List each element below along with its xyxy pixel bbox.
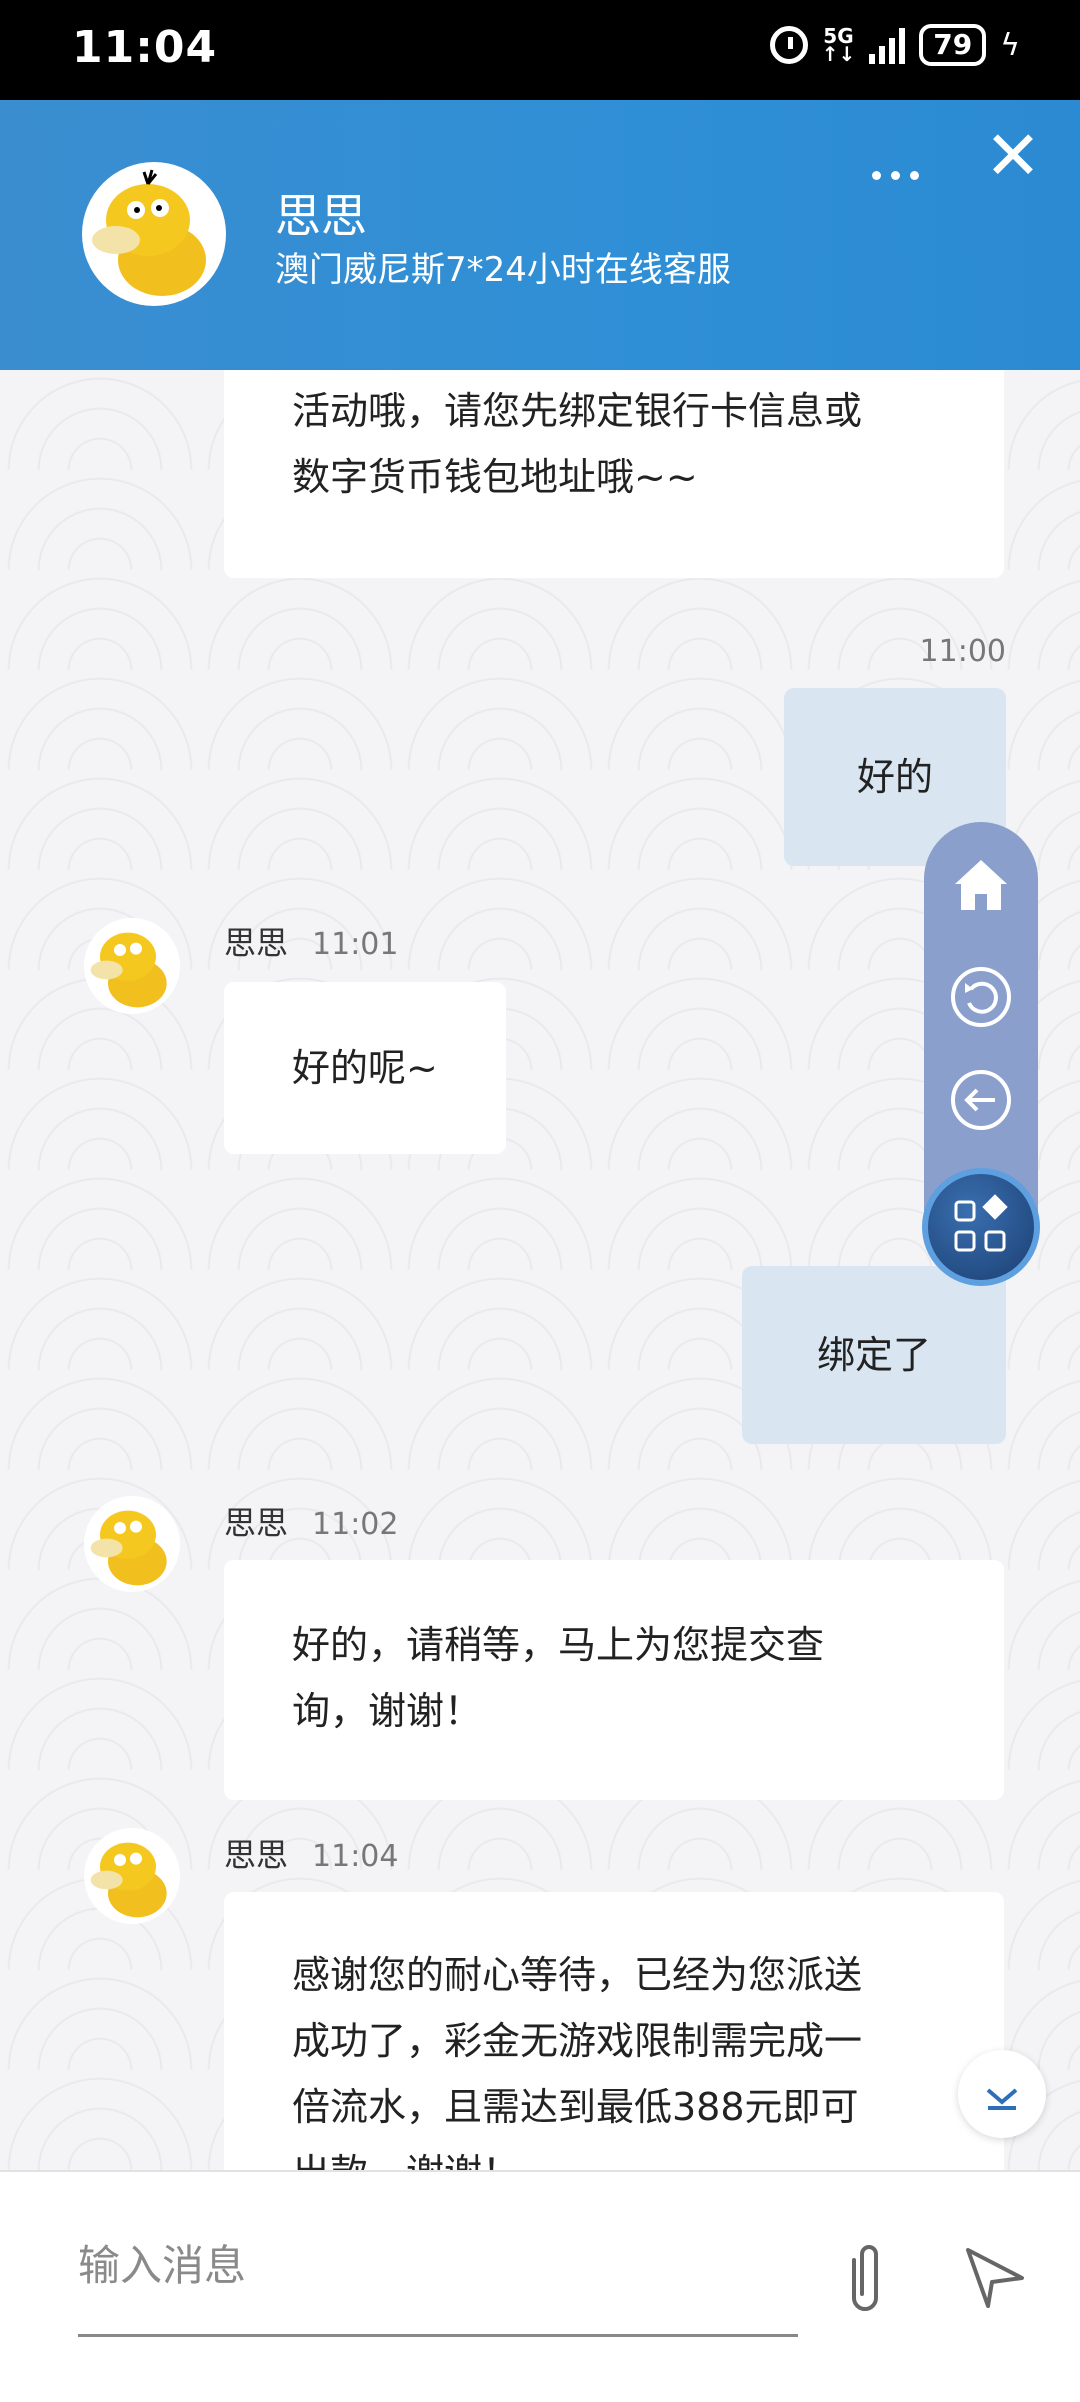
message-text-line: 成功了，彩金无游戏限制需完成一: [292, 2019, 863, 2063]
floating-toolbar: [922, 822, 1040, 1286]
message-text-line: 活动哦，请您先绑定银行卡信息或: [292, 389, 863, 433]
message-input[interactable]: 输入消息: [78, 2232, 246, 2293]
message-time: 11:01: [312, 927, 399, 962]
chevron-down-icon[interactable]: [958, 2050, 1046, 2138]
home-icon[interactable]: [951, 854, 1011, 914]
message-text-line: 感谢您的耐心等待，已经为您派送: [292, 1953, 863, 1997]
close-icon[interactable]: ✕: [978, 122, 1048, 192]
status-time: 11:04: [72, 22, 218, 73]
signal-icon: [869, 26, 906, 64]
agent-message: 感谢您的耐心等待，已经为您派送 成功了，彩金无游戏限制需完成一 倍流水，且需达到…: [224, 1892, 1004, 2170]
message-text-line: 倍流水，且需达到最低388元即可: [292, 2085, 859, 2129]
input-bar: 输入消息: [0, 2170, 1080, 2402]
battery-icon: 79: [919, 24, 987, 66]
user-message: 绑定了: [742, 1266, 1006, 1444]
sender-name: 思思: [224, 924, 289, 962]
agent-message: 好的，请稍等，马上为您提交查 询，谢谢！: [224, 1560, 1004, 1800]
agent-avatar[interactable]: [84, 918, 180, 1014]
message-time: 11:02: [312, 1507, 399, 1542]
refresh-icon[interactable]: [951, 967, 1011, 1027]
message-time: 11:04: [312, 1839, 399, 1874]
battery-level: 79: [933, 28, 973, 61]
duck-avatar-icon: [92, 169, 206, 296]
input-underline: [78, 2334, 798, 2337]
duck-avatar-icon: [90, 932, 167, 1008]
message-text-line: 数字货币钱包地址哦~~: [292, 455, 698, 499]
send-icon[interactable]: [960, 2242, 1030, 2312]
message-text: 好的: [856, 755, 933, 799]
chat-header: 思思 澳门威尼斯7*24小时在线客服 ✕: [0, 100, 1080, 370]
duck-avatar-icon: [90, 1842, 167, 1918]
sender-name: 思思: [224, 1504, 289, 1542]
network-type: 5G ↑↓: [821, 24, 856, 66]
sender-name: 思思: [224, 1836, 289, 1874]
agent-avatar[interactable]: [84, 1496, 180, 1592]
more-icon[interactable]: [860, 140, 930, 210]
agent-name: 思思: [275, 189, 367, 243]
charging-icon: ϟ: [1000, 27, 1020, 63]
status-bar: 11:04 5G ↑↓ 79 ϟ: [0, 0, 1080, 100]
message-text: 好的呢~: [292, 1046, 438, 1090]
alarm-icon: [769, 26, 808, 64]
paperclip-icon[interactable]: [830, 2238, 900, 2318]
message-sender: 思思 11:02: [224, 1498, 398, 1544]
message-text: 绑定了: [816, 1333, 931, 1377]
agent-avatar[interactable]: [82, 162, 226, 306]
apps-icon[interactable]: [922, 1168, 1040, 1286]
message-sender: 思思 11:01: [224, 918, 398, 964]
agent-avatar[interactable]: [84, 1828, 180, 1924]
message-sender: 思思 11:04: [224, 1830, 398, 1876]
agent-subtitle: 澳门威尼斯7*24小时在线客服: [275, 250, 731, 290]
agent-message: 活动哦，请您先绑定银行卡信息或 数字货币钱包地址哦~~: [224, 370, 1004, 578]
message-text-line: 好的，请稍等，马上为您提交查: [292, 1623, 825, 1667]
status-icons: 5G ↑↓ 79 ϟ: [769, 24, 1020, 66]
message-text-line: 询，谢谢！: [292, 1689, 483, 1733]
message-timestamp: 11:00: [919, 634, 1006, 669]
agent-message: 好的呢~: [224, 982, 506, 1154]
chat-area[interactable]: 活动哦，请您先绑定银行卡信息或 数字货币钱包地址哦~~ 11:00 好的 思思 1…: [0, 370, 1080, 2170]
duck-avatar-icon: [90, 1510, 167, 1586]
back-arrow-icon[interactable]: [951, 1070, 1011, 1130]
message-text-line: 出款，谢谢！: [292, 2140, 936, 2170]
